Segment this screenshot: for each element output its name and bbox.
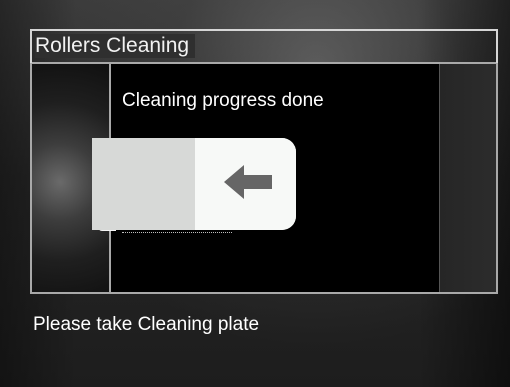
cleaning-status-text: Cleaning progress done (122, 90, 324, 111)
dotted-guide-line (122, 232, 232, 235)
right-panel-strip (439, 64, 496, 292)
content-panel: Cleaning progress done (30, 62, 498, 294)
instruction-text: Please take Cleaning plate (33, 314, 260, 335)
rollers-cleaning-screen: Rollers Cleaning Cleaning progress done … (0, 0, 510, 387)
arrow-left-icon (224, 165, 272, 199)
page-title: Rollers Cleaning (35, 34, 196, 58)
cleaning-plate-left-section (92, 138, 195, 230)
cleaning-plate-icon (92, 138, 296, 230)
